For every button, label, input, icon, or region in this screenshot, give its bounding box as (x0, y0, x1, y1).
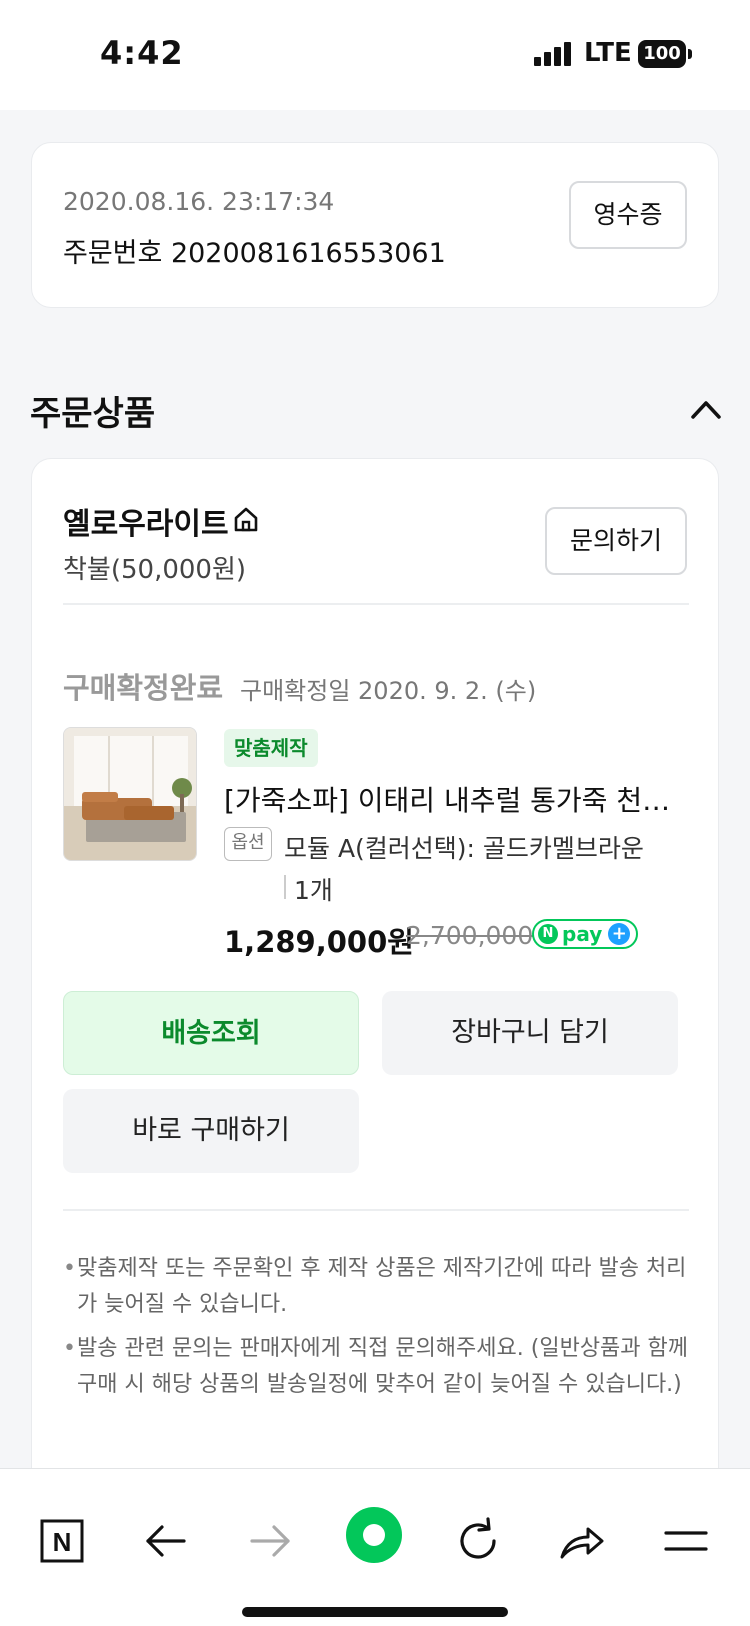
refresh-icon[interactable] (450, 1513, 506, 1569)
buy-now-button[interactable]: 바로 구매하기 (63, 1089, 359, 1173)
signal-icon (534, 42, 572, 66)
notice-item: 발송 관련 문의는 판매자에게 직접 문의해주세요. (일반상품과 함께 구매 … (63, 1331, 691, 1403)
purchase-status: 구매확정완료 (63, 671, 224, 705)
forward-arrow-icon[interactable] (242, 1513, 298, 1569)
custom-made-badge: 맞춤제작 (224, 729, 318, 767)
original-price: 2,700,000 (406, 921, 534, 950)
add-to-cart-button[interactable]: 장바구니 담기 (382, 991, 678, 1075)
option-tag: 옵션 (224, 827, 272, 861)
bottom-nav-bar: N (0, 1468, 750, 1626)
status-bar: 4:42 LTE 100 (0, 0, 750, 110)
green-dot-icon[interactable] (344, 1505, 404, 1565)
inquiry-button[interactable]: 문의하기 (545, 507, 687, 575)
battery-tip (688, 49, 692, 59)
quantity-divider (284, 875, 286, 899)
back-arrow-icon[interactable] (138, 1513, 194, 1569)
option-text: 모듈 A(컬러선택): 골드카멜브라운 (284, 834, 644, 863)
product-card: 옐로우라이트 착불(50,000원) 문의하기 구매확정완료 구매확정일 202… (31, 458, 719, 1468)
naver-home-icon[interactable]: N (34, 1513, 90, 1569)
shipping-fee: 착불(50,000원) (63, 555, 247, 585)
purchase-confirm-date: 구매확정일 2020. 9. 2. (수) (240, 677, 537, 705)
order-number: 주문번호 2020081616553061 (63, 238, 446, 269)
notice-list: 맞춤제작 또는 주문확인 후 제작 상품은 제작기간에 따라 발송 처리가 늦어… (63, 1251, 691, 1411)
notice-item: 맞춤제작 또는 주문확인 후 제작 상품은 제작기간에 따라 발송 처리가 늦어… (63, 1251, 691, 1323)
store-home-icon[interactable] (232, 505, 260, 533)
npay-plus-badge: N pay + (532, 919, 639, 949)
product-thumbnail[interactable] (63, 727, 197, 861)
product-name[interactable]: [가죽소파] 이태리 내추럴 통가죽 천연... (224, 779, 684, 819)
battery-icon: 100 (638, 40, 686, 68)
order-datetime: 2020.08.16. 23:17:34 (63, 187, 335, 216)
network-label: LTE (584, 38, 632, 68)
quantity: 1개 (294, 876, 333, 905)
divider (63, 1209, 689, 1211)
chevron-up-icon[interactable] (690, 398, 722, 420)
menu-icon[interactable] (658, 1513, 714, 1569)
seller-name[interactable]: 옐로우라이트 (63, 499, 229, 543)
home-indicator (242, 1607, 508, 1617)
share-icon[interactable] (554, 1513, 610, 1569)
order-info-card: 2020.08.16. 23:17:34 주문번호 20200816165530… (31, 142, 719, 308)
npay-label: pay (562, 922, 603, 946)
track-delivery-button[interactable]: 배송조회 (63, 991, 359, 1075)
divider (63, 603, 689, 605)
product-price: 1,289,000원 (224, 925, 414, 959)
receipt-button[interactable]: 영수증 (569, 181, 687, 249)
npay-n-icon: N (538, 924, 558, 944)
section-title: 주문상품 (30, 394, 156, 434)
naver-logo-text: N (53, 1527, 72, 1557)
plus-icon: + (608, 923, 631, 945)
status-time: 4:42 (100, 34, 184, 72)
